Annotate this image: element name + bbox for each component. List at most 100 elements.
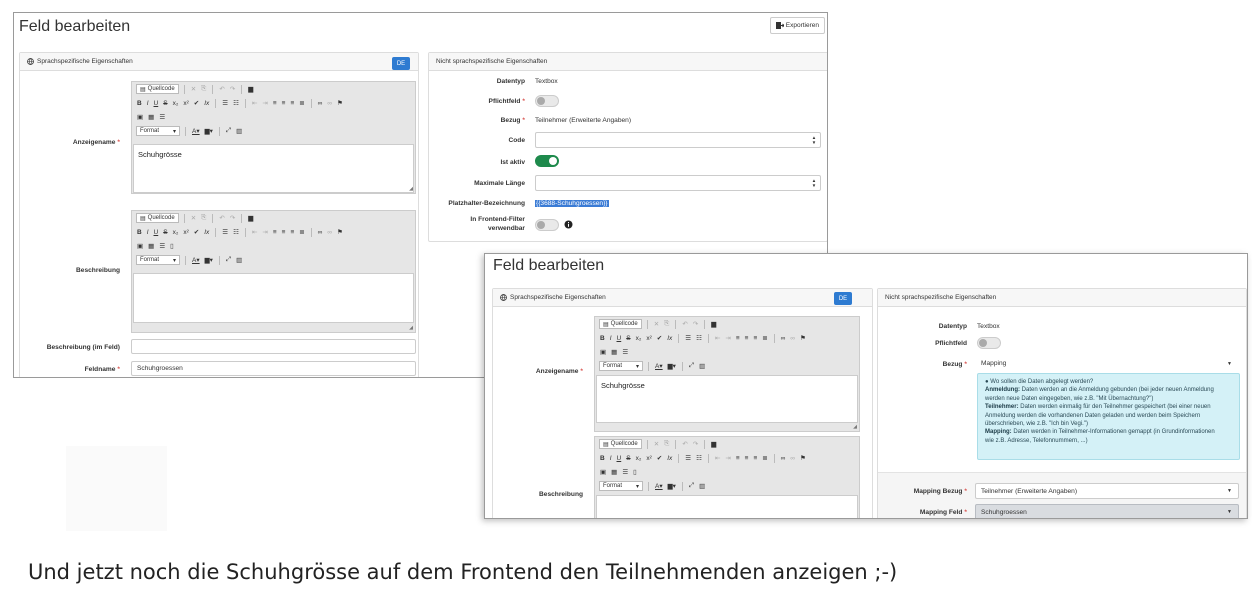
strikethrough-icon[interactable]: S: [625, 455, 631, 462]
image-icon[interactable]: ▣: [136, 242, 144, 250]
bg-color-icon[interactable]: ▆▾: [204, 256, 214, 264]
justify-icon[interactable]: ≣: [761, 454, 768, 462]
resize-handle[interactable]: ◢: [853, 424, 857, 430]
underline-icon[interactable]: U: [153, 229, 160, 236]
outdent-icon[interactable]: ⇤: [251, 228, 258, 236]
redo-icon[interactable]: ↷: [692, 320, 699, 328]
image-icon[interactable]: ▣: [136, 113, 144, 121]
italic-icon[interactable]: I: [146, 229, 150, 236]
active-toggle[interactable]: [535, 155, 559, 167]
align-left-icon[interactable]: ≡: [272, 229, 278, 236]
link-icon[interactable]: ∞: [780, 455, 787, 462]
mapping-field-select[interactable]: Schuhgroessen ▼: [975, 504, 1239, 518]
table-icon[interactable]: ▦: [147, 242, 155, 250]
outdent-icon[interactable]: ⇤: [251, 99, 258, 107]
cut-icon[interactable]: ✕: [653, 440, 660, 448]
bold-icon[interactable]: B: [599, 335, 606, 342]
undo-icon[interactable]: ↶: [681, 440, 688, 448]
italic-icon[interactable]: I: [146, 100, 150, 107]
format-select[interactable]: Format ▾: [599, 361, 643, 371]
bold-icon[interactable]: B: [136, 229, 143, 236]
horizontal-rule-icon[interactable]: ☰: [621, 348, 629, 356]
show-blocks-icon[interactable]: ▥: [235, 256, 243, 264]
indent-icon[interactable]: ⇥: [261, 99, 268, 107]
format-painter-icon[interactable]: ✔: [656, 334, 663, 342]
link-icon[interactable]: ∞: [317, 229, 324, 236]
strikethrough-icon[interactable]: S: [162, 100, 168, 107]
justify-icon[interactable]: ≣: [298, 99, 305, 107]
unlink-icon[interactable]: ∞: [326, 229, 333, 236]
table-icon[interactable]: ▦: [610, 348, 618, 356]
field-name-input[interactable]: Schuhgroessen: [131, 361, 416, 376]
display-name-editor-body[interactable]: Schuhgrösse: [133, 144, 414, 193]
language-badge[interactable]: DE: [392, 57, 410, 70]
text-color-icon[interactable]: A▾: [191, 256, 201, 264]
subscript-icon[interactable]: x₂: [172, 100, 180, 107]
align-right-icon[interactable]: ≡: [752, 335, 758, 342]
numbered-list-icon[interactable]: ☰: [684, 334, 692, 342]
unlink-icon[interactable]: ∞: [789, 455, 796, 462]
language-badge[interactable]: DE: [834, 292, 852, 305]
text-color-icon[interactable]: A▾: [191, 127, 201, 135]
mapping-relation-select[interactable]: Teilnehmer (Erweiterte Angaben) ▼: [975, 483, 1239, 499]
align-center-icon[interactable]: ≡: [281, 229, 287, 236]
max-length-input[interactable]: ▲ ▼: [535, 175, 821, 191]
superscript-icon[interactable]: x²: [645, 335, 652, 342]
format-painter-icon[interactable]: ✔: [193, 228, 200, 236]
remove-format-icon[interactable]: Ix: [666, 335, 673, 342]
show-blocks-icon[interactable]: ▥: [235, 127, 243, 135]
frontend-filter-toggle[interactable]: [535, 219, 559, 231]
underline-icon[interactable]: U: [616, 335, 623, 342]
horizontal-rule-icon[interactable]: ☰: [158, 113, 166, 121]
italic-icon[interactable]: I: [609, 455, 613, 462]
comment-icon[interactable]: ▆: [247, 85, 254, 93]
remove-format-icon[interactable]: Ix: [666, 455, 673, 462]
image-icon[interactable]: ▣: [599, 468, 607, 476]
subscript-icon[interactable]: x₂: [635, 455, 643, 462]
bold-icon[interactable]: B: [599, 455, 606, 462]
align-left-icon[interactable]: ≡: [735, 335, 741, 342]
horizontal-rule-icon[interactable]: ☰: [158, 242, 166, 250]
align-left-icon[interactable]: ≡: [272, 100, 278, 107]
subscript-icon[interactable]: x₂: [635, 335, 643, 342]
indent-icon[interactable]: ⇥: [724, 454, 731, 462]
comment-icon[interactable]: ▆: [710, 320, 717, 328]
undo-icon[interactable]: ↶: [681, 320, 688, 328]
copy-icon[interactable]: ⎘: [200, 85, 207, 93]
align-right-icon[interactable]: ≡: [289, 229, 295, 236]
bg-color-icon[interactable]: ▆▾: [204, 127, 214, 135]
numbered-list-icon[interactable]: ☰: [221, 99, 229, 107]
anchor-flag-icon[interactable]: ⚑: [336, 99, 344, 107]
placeholder-value[interactable]: {{3688-Schuhgroessen}}: [535, 200, 609, 207]
indent-icon[interactable]: ⇥: [261, 228, 268, 236]
redo-icon[interactable]: ↷: [692, 440, 699, 448]
bg-color-icon[interactable]: ▆▾: [667, 362, 677, 370]
code-input[interactable]: ▲ ▼: [535, 132, 821, 148]
unlink-icon[interactable]: ∞: [326, 100, 333, 107]
superscript-icon[interactable]: x²: [182, 100, 189, 107]
undo-icon[interactable]: ↶: [218, 214, 225, 222]
description-editor-body[interactable]: [133, 273, 414, 323]
format-select[interactable]: Format ▾: [136, 255, 180, 265]
maximize-icon[interactable]: ⤢: [688, 362, 695, 370]
bg-color-icon[interactable]: ▆▾: [667, 482, 677, 490]
bold-icon[interactable]: B: [136, 100, 143, 107]
cut-icon[interactable]: ✕: [190, 214, 197, 222]
indent-icon[interactable]: ⇥: [724, 334, 731, 342]
iframe-icon[interactable]: ▯: [169, 242, 175, 250]
unlink-icon[interactable]: ∞: [789, 335, 796, 342]
anchor-flag-icon[interactable]: ⚑: [799, 334, 807, 342]
format-select[interactable]: Format ▾: [599, 481, 643, 491]
bullet-list-icon[interactable]: ☷: [695, 454, 703, 462]
justify-icon[interactable]: ≣: [761, 334, 768, 342]
justify-icon[interactable]: ≣: [298, 228, 305, 236]
italic-icon[interactable]: I: [609, 335, 613, 342]
align-right-icon[interactable]: ≡: [289, 100, 295, 107]
image-icon[interactable]: ▣: [599, 348, 607, 356]
maximize-icon[interactable]: ⤢: [688, 482, 695, 490]
number-spinner-icon[interactable]: ▲ ▼: [808, 133, 820, 147]
copy-icon[interactable]: ⎘: [200, 214, 207, 222]
redo-icon[interactable]: ↷: [229, 85, 236, 93]
required-toggle[interactable]: [535, 95, 559, 107]
horizontal-rule-icon[interactable]: ☰: [621, 468, 629, 476]
